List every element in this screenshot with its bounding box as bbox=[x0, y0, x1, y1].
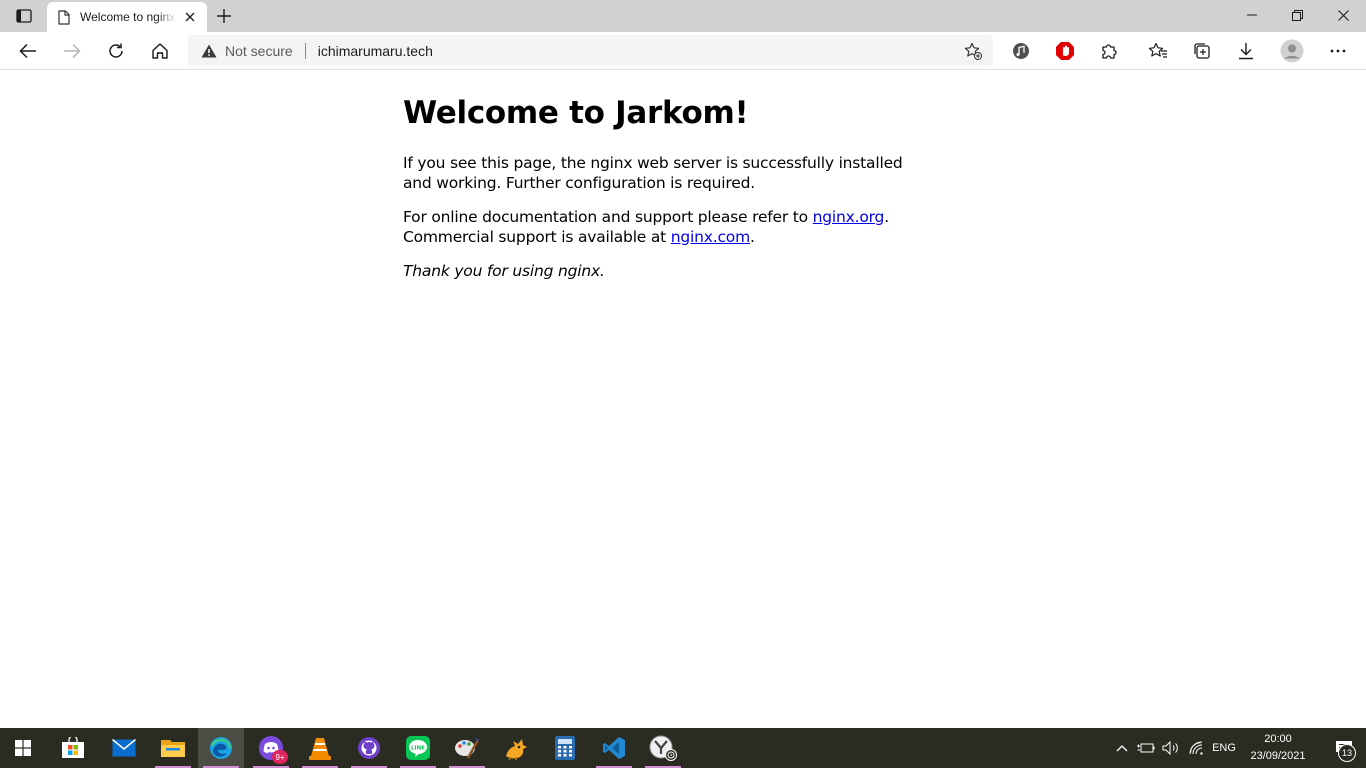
notification-count: 13 bbox=[1338, 744, 1356, 762]
intro-paragraph: If you see this page, the nginx web serv… bbox=[403, 154, 903, 192]
tab-title: Welcome to nginx! bbox=[80, 10, 176, 24]
line-icon[interactable]: LINE bbox=[395, 728, 441, 768]
discord-icon[interactable]: 9+ bbox=[248, 728, 294, 768]
warning-icon[interactable] bbox=[201, 44, 217, 58]
wifi-icon[interactable] bbox=[1186, 728, 1208, 768]
browser-toolbar: Not secure ichimarumaru.tech bbox=[0, 32, 1366, 70]
file-explorer-icon[interactable] bbox=[150, 728, 196, 768]
vlc-icon[interactable] bbox=[297, 728, 343, 768]
nginx-org-link[interactable]: nginx.org bbox=[813, 208, 885, 226]
edge-icon[interactable] bbox=[198, 728, 244, 768]
clock-date: 23/09/2021 bbox=[1250, 750, 1306, 762]
docs-text: For online documentation and support ple… bbox=[403, 208, 813, 226]
minimize-icon[interactable] bbox=[1229, 0, 1275, 30]
battery-icon[interactable] bbox=[1134, 728, 1158, 768]
sandbox-clock-icon[interactable] bbox=[640, 728, 686, 768]
nginx-com-link[interactable]: nginx.com bbox=[671, 228, 750, 246]
svg-text:LINE: LINE bbox=[411, 746, 425, 752]
music-extension-icon[interactable] bbox=[1005, 35, 1037, 67]
restore-icon[interactable] bbox=[1274, 0, 1320, 30]
game-dragon-icon[interactable] bbox=[493, 728, 539, 768]
web-page: Welcome to Jarkom! If you see this page,… bbox=[0, 71, 1366, 728]
security-label[interactable]: Not secure bbox=[225, 43, 293, 59]
page-icon bbox=[58, 9, 70, 25]
back-icon[interactable] bbox=[12, 35, 44, 67]
extensions-icon[interactable] bbox=[1093, 35, 1125, 67]
more-menu-icon[interactable] bbox=[1322, 35, 1354, 67]
url-text[interactable]: ichimarumaru.tech bbox=[318, 43, 433, 59]
downloads-icon[interactable] bbox=[1230, 35, 1262, 67]
vscode-icon[interactable] bbox=[591, 728, 637, 768]
home-icon[interactable] bbox=[144, 35, 176, 67]
browser-tab[interactable]: Welcome to nginx! bbox=[47, 2, 207, 32]
forward-icon[interactable] bbox=[56, 35, 88, 67]
mail-icon[interactable] bbox=[101, 728, 147, 768]
windows-taskbar: 9+ LINE ENG 20:00 23/09/2021 13 bbox=[0, 728, 1366, 768]
tab-actions-icon[interactable] bbox=[8, 4, 40, 28]
address-bar[interactable]: Not secure ichimarumaru.tech bbox=[188, 35, 993, 66]
tab-close-icon[interactable] bbox=[181, 8, 199, 26]
profile-avatar-icon[interactable] bbox=[1276, 35, 1308, 67]
thanks-text: Thank you for using nginx. bbox=[403, 262, 605, 280]
calculator-icon[interactable] bbox=[542, 728, 588, 768]
notification-center-icon[interactable]: 13 bbox=[1322, 728, 1366, 768]
language-label: ENG bbox=[1212, 742, 1236, 754]
store-icon[interactable] bbox=[50, 728, 96, 768]
docs-paragraph: For online documentation and support ple… bbox=[403, 208, 923, 247]
commercial-text: Commercial support is available at bbox=[403, 227, 671, 246]
refresh-icon[interactable] bbox=[100, 35, 132, 67]
paint-brush-icon[interactable] bbox=[444, 728, 490, 768]
browser-titlebar: Welcome to nginx! bbox=[0, 0, 1366, 32]
docs-period: . bbox=[884, 208, 889, 226]
discord-badge: 9+ bbox=[272, 750, 288, 764]
page-content: Welcome to Jarkom! If you see this page,… bbox=[403, 93, 923, 297]
close-window-icon[interactable] bbox=[1320, 0, 1366, 30]
add-favorite-icon[interactable] bbox=[963, 41, 983, 61]
volume-icon[interactable] bbox=[1160, 728, 1182, 768]
language-indicator[interactable]: ENG bbox=[1209, 728, 1239, 768]
github-desktop-icon[interactable] bbox=[346, 728, 392, 768]
start-icon[interactable] bbox=[0, 728, 46, 768]
adblock-extension-icon[interactable] bbox=[1049, 35, 1081, 67]
favorites-icon[interactable] bbox=[1142, 35, 1174, 67]
new-tab-icon[interactable] bbox=[212, 4, 236, 28]
tray-chevron-icon[interactable] bbox=[1112, 728, 1132, 768]
commercial-period: . bbox=[749, 227, 755, 246]
thanks-paragraph: Thank you for using nginx. bbox=[403, 262, 923, 282]
collections-icon[interactable] bbox=[1186, 35, 1218, 67]
system-clock[interactable]: 20:00 23/09/2021 bbox=[1240, 731, 1316, 765]
address-separator bbox=[304, 42, 306, 59]
clock-time: 20:00 bbox=[1264, 733, 1292, 745]
page-heading: Welcome to Jarkom! bbox=[403, 95, 749, 131]
